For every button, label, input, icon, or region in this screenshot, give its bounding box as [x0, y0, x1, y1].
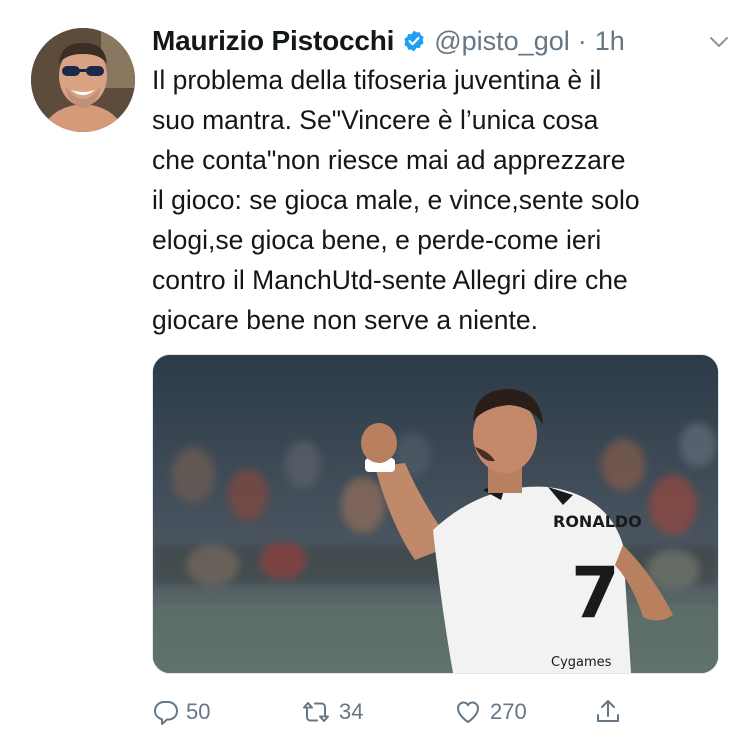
- tweet-text: Il problema della tifoseria juventina è …: [152, 60, 742, 340]
- tweet-media-photo[interactable]: RONALDO 7 Cygames: [152, 354, 719, 674]
- heart-icon: [457, 701, 479, 723]
- retweet-icon: [303, 702, 329, 722]
- tweet-header: Maurizio Pistocchi @pisto_gol · 1h: [152, 21, 742, 61]
- shirt-sponsor: Cygames: [551, 655, 612, 670]
- tweet-text-line: Il problema della tifoseria juventina è …: [152, 65, 602, 95]
- tweet-timestamp[interactable]: 1h: [595, 26, 625, 57]
- jersey-name: RONALDO: [553, 512, 642, 531]
- reply-button[interactable]: 50: [152, 692, 210, 732]
- jersey-number: 7: [571, 552, 620, 634]
- like-button[interactable]: 270: [452, 692, 527, 732]
- separator-dot: ·: [577, 25, 587, 56]
- retweet-button[interactable]: 34: [299, 692, 363, 732]
- retweet-count: 34: [339, 699, 364, 724]
- tweet-text-line: giocare bene non serve a niente.: [152, 305, 538, 335]
- tweet-text-line: contro il ManchUtd-sente Allegri dire ch…: [152, 265, 628, 295]
- reply-count: 50: [186, 699, 211, 724]
- tweet-text-line: che conta"non riesce mai ad apprezzare: [152, 145, 626, 175]
- share-icon: [597, 700, 619, 722]
- avatar-image: [31, 28, 135, 132]
- verified-badge-icon: [402, 29, 426, 53]
- tweet-actions: 50 34 270: [152, 692, 652, 732]
- author-handle[interactable]: @pisto_gol: [434, 26, 570, 57]
- chevron-down-icon[interactable]: [706, 29, 732, 55]
- tweet-text-line: elogi,se gioca bene, e perde-come ieri: [152, 225, 602, 255]
- player-celebration-image: RONALDO 7 Cygames: [153, 355, 718, 673]
- tweet-text-line: suo mantra. Se"Vincere è l’unica cosa: [152, 105, 599, 135]
- reply-icon: [154, 701, 178, 725]
- tweet-text-line: il gioco: se gioca male, e vince,sente s…: [152, 185, 640, 215]
- author-name[interactable]: Maurizio Pistocchi: [152, 25, 394, 57]
- share-button[interactable]: [594, 692, 628, 732]
- like-count: 270: [490, 699, 527, 724]
- avatar[interactable]: [31, 28, 135, 132]
